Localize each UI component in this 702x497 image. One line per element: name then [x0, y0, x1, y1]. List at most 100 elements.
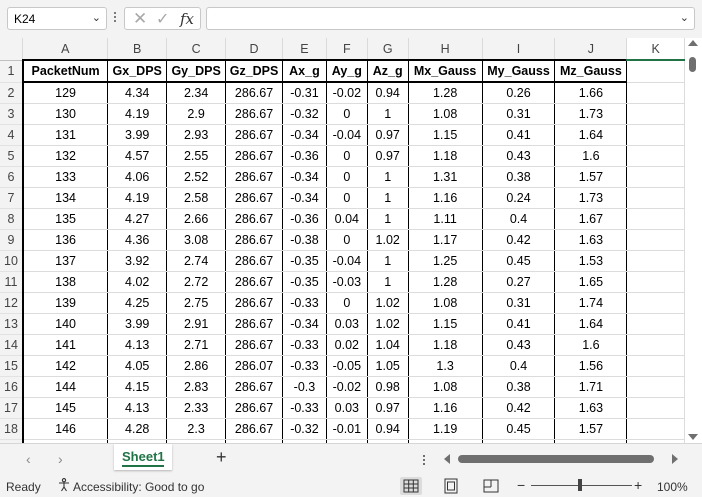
data-cell[interactable]: -0.03 — [326, 271, 368, 293]
data-cell[interactable]: 129 — [21, 82, 109, 104]
data-cell[interactable]: 0.94 — [367, 418, 409, 440]
data-cell[interactable]: 136 — [21, 229, 109, 251]
normal-view-icon[interactable] — [400, 477, 422, 495]
data-cell[interactable]: 1.11 — [408, 208, 483, 230]
data-cell[interactable]: 286.67 — [225, 103, 283, 125]
empty-cell[interactable] — [626, 166, 685, 188]
data-cell[interactable]: 1.02 — [367, 292, 409, 314]
data-cell[interactable]: 286.67 — [225, 187, 283, 209]
data-cell[interactable]: 4.06 — [107, 166, 168, 188]
empty-cell[interactable] — [626, 187, 685, 209]
data-cell[interactable]: 0.43 — [482, 145, 556, 167]
data-cell[interactable]: -0.02 — [326, 82, 368, 104]
data-cell[interactable]: 0.45 — [482, 250, 556, 272]
data-cell[interactable]: 286.67 — [225, 145, 283, 167]
data-cell[interactable]: 1.65 — [554, 271, 628, 293]
data-cell[interactable]: 2.52 — [166, 166, 227, 188]
empty-cell[interactable] — [626, 292, 685, 314]
column-header-h[interactable]: H — [408, 38, 483, 61]
data-cell[interactable]: 1.6 — [554, 145, 628, 167]
header-cell[interactable]: Mz_Gauss — [554, 59, 628, 83]
data-cell[interactable]: -0.34 — [282, 124, 327, 146]
empty-cell[interactable] — [626, 60, 685, 83]
data-cell[interactable]: 1.57 — [554, 166, 628, 188]
data-cell[interactable]: 135 — [21, 208, 109, 230]
data-cell[interactable]: 0.04 — [326, 208, 368, 230]
data-cell[interactable]: -0.32 — [282, 418, 327, 440]
data-cell[interactable]: 1.16 — [408, 397, 483, 419]
zoom-slider-thumb[interactable] — [578, 479, 582, 491]
data-cell[interactable]: 2.58 — [166, 187, 227, 209]
scroll-right-icon[interactable] — [672, 454, 678, 464]
row-header[interactable]: 3 — [0, 103, 24, 125]
data-cell[interactable]: 142 — [21, 355, 109, 377]
empty-cell[interactable] — [626, 397, 685, 419]
header-cell[interactable]: Mx_Gauss — [408, 59, 483, 83]
data-cell[interactable]: 1 — [367, 250, 409, 272]
row-header[interactable]: 1 — [0, 60, 24, 83]
data-cell[interactable]: 1.66 — [554, 82, 628, 104]
data-cell[interactable]: 286.67 — [225, 376, 283, 398]
data-cell[interactable]: -0.34 — [282, 187, 327, 209]
data-cell[interactable]: 286.67 — [225, 166, 283, 188]
data-cell[interactable]: 140 — [21, 313, 109, 335]
row-header[interactable]: 15 — [0, 355, 24, 377]
expand-formula-bar-icon[interactable]: ⌄ — [680, 11, 689, 24]
data-cell[interactable]: 0.42 — [482, 397, 556, 419]
insert-function-button[interactable]: fx — [180, 10, 194, 28]
data-cell[interactable]: -0.36 — [282, 208, 327, 230]
data-cell[interactable]: 0.41 — [482, 313, 556, 335]
scroll-left-icon[interactable] — [444, 454, 450, 464]
empty-cell[interactable] — [626, 376, 685, 398]
data-cell[interactable]: 286.67 — [225, 313, 283, 335]
select-all-corner[interactable] — [0, 38, 24, 61]
data-cell[interactable]: 2.72 — [166, 271, 227, 293]
data-cell[interactable]: 0 — [326, 229, 368, 251]
empty-cell[interactable] — [626, 229, 685, 251]
data-cell[interactable]: 144 — [21, 376, 109, 398]
data-cell[interactable]: 4.19 — [107, 103, 168, 125]
data-cell[interactable]: 1.53 — [554, 250, 628, 272]
data-cell[interactable]: 286.67 — [225, 250, 283, 272]
data-cell[interactable]: 0.31 — [482, 292, 556, 314]
data-cell[interactable]: 1 — [367, 187, 409, 209]
page-layout-view-icon[interactable] — [440, 477, 462, 495]
row-header[interactable]: 12 — [0, 292, 24, 314]
empty-cell[interactable] — [626, 334, 685, 356]
data-cell[interactable]: -0.31 — [282, 82, 327, 104]
data-cell[interactable]: 1.64 — [554, 313, 628, 335]
data-cell[interactable]: 1.71 — [554, 376, 628, 398]
data-cell[interactable]: 4.13 — [107, 397, 168, 419]
data-cell[interactable]: -0.32 — [282, 103, 327, 125]
column-header-g[interactable]: G — [367, 38, 409, 61]
row-header[interactable]: 14 — [0, 334, 24, 356]
data-cell[interactable]: 137 — [21, 250, 109, 272]
data-cell[interactable]: 0 — [326, 187, 368, 209]
data-cell[interactable]: 2.33 — [166, 397, 227, 419]
header-cell[interactable]: Gz_DPS — [225, 59, 283, 83]
data-cell[interactable]: 2.71 — [166, 334, 227, 356]
data-cell[interactable]: 4.28 — [107, 418, 168, 440]
column-header-d[interactable]: D — [225, 38, 283, 61]
data-cell[interactable]: 1.15 — [408, 313, 483, 335]
data-cell[interactable]: -0.38 — [282, 229, 327, 251]
zoom-out-button[interactable]: − — [517, 477, 525, 493]
column-header-b[interactable]: B — [107, 38, 168, 61]
empty-cell[interactable] — [626, 313, 685, 335]
data-cell[interactable]: 0.26 — [482, 82, 556, 104]
data-cell[interactable]: 0.43 — [482, 334, 556, 356]
data-cell[interactable]: 4.34 — [107, 82, 168, 104]
data-cell[interactable]: 0.24 — [482, 187, 556, 209]
data-cell[interactable]: 1.08 — [408, 103, 483, 125]
data-cell[interactable]: 0 — [326, 292, 368, 314]
row-header[interactable]: 17 — [0, 397, 24, 419]
empty-cell[interactable] — [626, 250, 685, 272]
data-cell[interactable]: 1.63 — [554, 229, 628, 251]
data-cell[interactable]: 4.05 — [107, 355, 168, 377]
data-cell[interactable]: 3.08 — [166, 229, 227, 251]
data-cell[interactable]: 1.04 — [367, 334, 409, 356]
data-cell[interactable]: 1 — [367, 271, 409, 293]
data-cell[interactable]: 1.02 — [367, 313, 409, 335]
data-cell[interactable]: 1.31 — [408, 166, 483, 188]
data-cell[interactable]: 1.6 — [554, 334, 628, 356]
